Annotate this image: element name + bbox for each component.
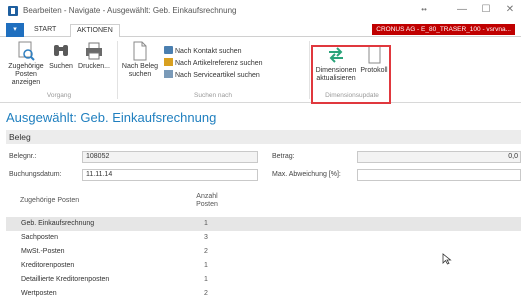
column-header-anzahl[interactable]: Anzahl Posten <box>194 193 220 209</box>
window-title: Bearbeiten - Navigate - Ausgewählt: Geb.… <box>23 6 237 15</box>
row-posten-name: Kreditorenposten <box>21 262 75 269</box>
max-abweichung-field[interactable] <box>357 169 521 181</box>
show-related-entries-button[interactable]: Zugehörige Posten anzeigen <box>6 41 46 87</box>
table-row[interactable]: Detaillierte Kreditorenposten 1 <box>6 273 521 287</box>
section-header-beleg[interactable]: Beleg <box>6 130 521 144</box>
column-header-posten[interactable]: Zugehörige Posten <box>20 197 79 205</box>
row-posten-name: Geb. Einkaufsrechnung <box>21 220 95 227</box>
file-menu-button[interactable]: ▾ <box>6 23 24 37</box>
maximize-button[interactable]: ☐ <box>475 2 497 18</box>
belegnr-field[interactable]: 108052 <box>82 151 258 163</box>
search-by-item-reference-button[interactable]: Nach Artikelreferenz suchen <box>164 58 263 68</box>
tab-start[interactable]: START <box>28 24 62 37</box>
table-header: Zugehörige Posten Anzahl Posten <box>6 193 521 215</box>
table-row[interactable]: Wertposten 2 <box>6 287 521 301</box>
row-posten-count[interactable]: 1 <box>196 259 216 273</box>
field-label-max-abweichung: Max. Abweichung [%]: <box>272 171 341 178</box>
field-label-belegnr: Belegnr.: <box>9 153 37 160</box>
ribbon-tab-row: ▾ START AKTIONEN CRONUS AG - E_80_TRASER… <box>0 22 521 38</box>
row-posten-name: Sachposten <box>21 234 58 241</box>
binoculars-icon <box>51 41 71 61</box>
field-label-betrag: Betrag: <box>272 153 295 160</box>
highlight-box <box>311 45 391 104</box>
document-magnifier-icon <box>16 41 36 61</box>
row-posten-name: Detaillierte Kreditorenposten <box>21 276 110 283</box>
row-posten-count[interactable]: 2 <box>196 287 216 301</box>
contact-card-icon <box>164 46 173 54</box>
document-icon <box>130 41 150 61</box>
mouse-cursor-icon <box>442 253 452 265</box>
row-posten-count[interactable]: 1 <box>196 217 216 231</box>
search-by-service-item-button[interactable]: Nach Serviceartikel suchen <box>164 70 260 80</box>
row-posten-count[interactable]: 2 <box>196 245 216 259</box>
group-label-suchen-nach: Suchen nach <box>194 92 232 99</box>
group-label-vorgang: Vorgang <box>46 92 72 99</box>
service-item-icon <box>164 70 173 78</box>
row-posten-name: Wertposten <box>21 290 57 297</box>
item-reference-icon <box>164 58 173 66</box>
search-button[interactable]: Suchen <box>49 41 73 71</box>
printer-icon <box>84 41 104 61</box>
betrag-field[interactable]: 0,0 <box>357 151 521 163</box>
row-posten-count[interactable]: 3 <box>196 231 216 245</box>
row-posten-count[interactable]: 1 <box>196 273 216 287</box>
field-label-buchungsdatum: Buchungsdatum: <box>9 171 62 178</box>
table-row[interactable]: Geb. Einkaufsrechnung 1 <box>6 217 521 231</box>
ribbon-separator <box>309 41 310 99</box>
ribbon: Zugehörige Posten anzeigen Suchen Drucke… <box>0 37 521 103</box>
tab-aktionen[interactable]: AKTIONEN <box>70 24 120 38</box>
row-posten-name: MwSt.-Posten <box>21 248 65 255</box>
table-row[interactable]: Sachposten 3 <box>6 231 521 245</box>
search-by-contact-button[interactable]: Nach Kontakt suchen <box>164 46 242 56</box>
more-options-icon[interactable]: •• <box>413 2 435 18</box>
page-title: Ausgewählt: Geb. Einkaufsrechnung <box>6 110 217 125</box>
ribbon-separator <box>117 41 118 99</box>
app-logo-icon <box>8 6 18 16</box>
minimize-button[interactable]: — <box>451 2 473 18</box>
print-button[interactable]: Drucken... <box>76 41 112 71</box>
search-by-document-button[interactable]: Nach Beleg suchen <box>120 41 160 79</box>
buchungsdatum-field[interactable]: 11.11.14 <box>82 169 258 181</box>
company-badge: CRONUS AG - E_80_TRASER_100 - vsrvna... <box>372 24 515 35</box>
title-bar: Bearbeiten - Navigate - Ausgewählt: Geb.… <box>0 0 521 22</box>
close-button[interactable]: ✕ <box>499 2 521 18</box>
